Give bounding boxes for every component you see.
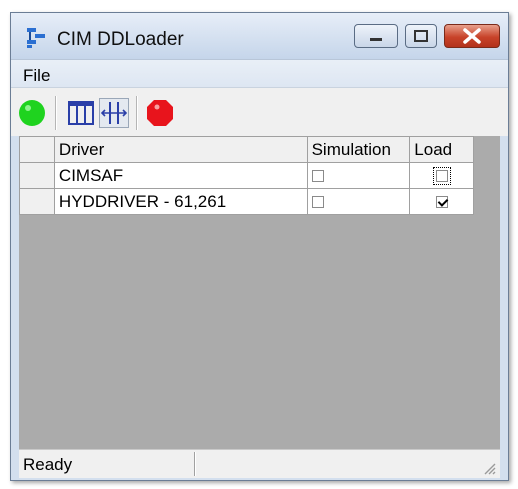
minimize-icon: [370, 38, 382, 41]
table-row[interactable]: HYDDRIVER - 61,261: [19, 188, 474, 215]
driver-grid: Driver Simulation Load CIMSAF HYDDRIVER …: [19, 136, 474, 215]
corner-header[interactable]: [19, 136, 55, 163]
column-header-simulation[interactable]: Simulation: [306, 136, 411, 163]
green-circle-start-icon: [19, 100, 45, 126]
simulation-checkbox[interactable]: [311, 170, 324, 183]
status-divider: [194, 452, 196, 476]
window-title: CIM DDLoader: [57, 29, 184, 50]
red-stop-icon: [147, 100, 173, 126]
driver-cell[interactable]: CIMSAF: [53, 162, 308, 189]
simulation-checkbox[interactable]: [311, 196, 324, 209]
load-checkbox[interactable]: [435, 196, 448, 209]
status-text: Ready: [23, 455, 73, 474]
grid-header-row: Driver Simulation Load: [19, 136, 474, 163]
driver-cell[interactable]: HYDDRIVER - 61,261: [53, 188, 308, 215]
column-header-load[interactable]: Load: [409, 136, 474, 163]
column-header-driver[interactable]: Driver: [53, 136, 308, 163]
load-checkbox[interactable]: [432, 167, 451, 186]
title-bar[interactable]: CIM DDLoader: [11, 13, 508, 59]
column-resize-icon: [100, 102, 128, 124]
close-icon: [463, 28, 481, 44]
toolbar-separator: [136, 96, 138, 130]
menu-file[interactable]: File: [23, 66, 50, 86]
simulation-cell[interactable]: [306, 188, 411, 215]
app-window: CIM DDLoader File Driver Simulation Load…: [10, 12, 509, 481]
row-header[interactable]: [19, 162, 55, 189]
columns-icon: [68, 101, 94, 125]
load-cell[interactable]: [409, 162, 474, 189]
column-resize-button[interactable]: [99, 98, 129, 128]
start-button[interactable]: [17, 98, 47, 128]
row-header[interactable]: [19, 188, 55, 215]
minimize-button[interactable]: [354, 24, 398, 48]
toolbar: [11, 87, 508, 136]
stop-button[interactable]: [145, 98, 175, 128]
maximize-icon: [414, 30, 428, 42]
table-row[interactable]: CIMSAF: [19, 162, 474, 189]
close-button[interactable]: [444, 24, 500, 48]
columns-button[interactable]: [66, 98, 96, 128]
toolbar-separator: [55, 96, 57, 130]
status-bar: Ready: [19, 449, 500, 478]
simulation-cell[interactable]: [306, 162, 411, 189]
menu-bar: File: [11, 59, 508, 88]
maximize-button[interactable]: [405, 24, 437, 48]
load-cell[interactable]: [409, 188, 474, 215]
resize-grip-icon[interactable]: [480, 459, 496, 475]
app-icon: [27, 28, 45, 48]
